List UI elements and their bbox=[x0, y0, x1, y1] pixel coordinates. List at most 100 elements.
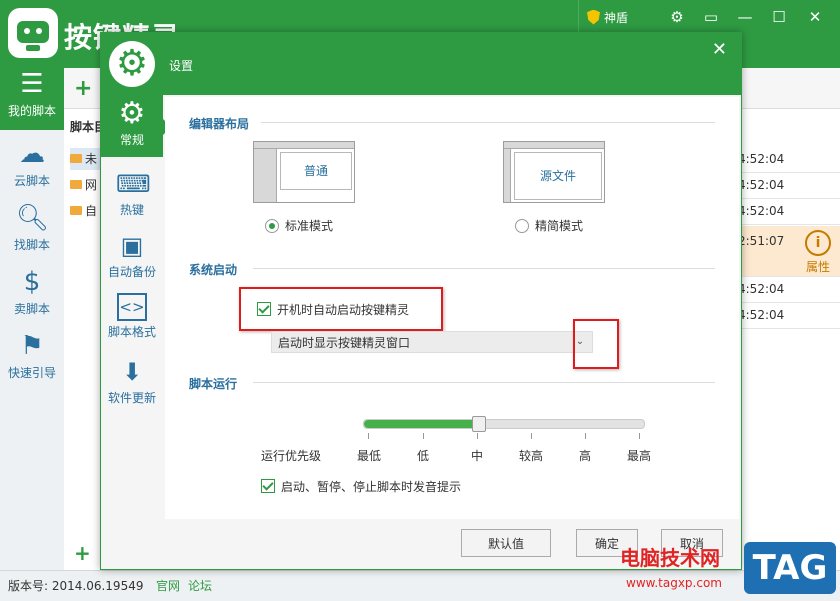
version-text: 版本号: 2014.06.19549 bbox=[8, 579, 144, 593]
save-icon: ▣ bbox=[120, 232, 144, 260]
tab-auto-backup[interactable]: ▣ 自动备份 bbox=[101, 231, 163, 280]
watermark: 电脑技术网 www.tagxp.com TAG bbox=[612, 536, 840, 600]
tab-label: 热键 bbox=[119, 203, 144, 217]
watermark-url: www.tagxp.com bbox=[626, 576, 722, 590]
folder-icon bbox=[70, 206, 82, 215]
priority-tick bbox=[585, 433, 586, 439]
list-icon: ☰ bbox=[20, 69, 44, 99]
official-site-link[interactable]: 官网 bbox=[156, 577, 180, 594]
table-row[interactable]: 4:52:04 bbox=[738, 146, 840, 173]
list-item-label: 未 bbox=[85, 152, 98, 166]
priority-level-label: 中 bbox=[471, 449, 484, 463]
startup-window-select[interactable]: 启动时显示按键精灵窗口 ⌄ bbox=[271, 331, 593, 353]
folder-icon bbox=[70, 154, 82, 163]
nav-label: 我的脚本 bbox=[7, 104, 56, 118]
priority-tick bbox=[639, 433, 640, 439]
layout-preview-label: 源文件 bbox=[514, 152, 602, 200]
download-icon: ⬇ bbox=[121, 358, 143, 386]
settings-panel: 编辑器布局 普通 源文件 标准模式 精简模式 系统启动 开机时自动启动按键精灵 … bbox=[165, 97, 739, 519]
maximize-icon[interactable]: ☐ bbox=[768, 6, 790, 28]
section-title-editor-layout: 编辑器布局 bbox=[189, 117, 250, 131]
shield-icon bbox=[587, 9, 600, 25]
info-icon: i bbox=[805, 230, 831, 256]
tab-label: 常规 bbox=[119, 133, 144, 147]
tab-script-format[interactable]: <> 脚本格式 bbox=[101, 293, 163, 340]
add-folder-icon[interactable]: + bbox=[74, 541, 91, 565]
table-row[interactable]: 4:52:04 bbox=[738, 302, 840, 329]
list-item[interactable]: 自 bbox=[70, 200, 100, 222]
dialog-sidebar: ⚙ 常规 ⌨ 热键 ▣ 自动备份 <> 脚本格式 ⬇ 软件更新 bbox=[101, 95, 171, 569]
watermark-tag-logo: TAG bbox=[744, 542, 836, 594]
list-item-label: 网 bbox=[85, 178, 98, 192]
minimize-icon[interactable]: — bbox=[734, 6, 756, 28]
sound-prompt-label: 启动、暂停、停止脚本时发音提示 bbox=[281, 480, 462, 494]
priority-slider-fill bbox=[364, 420, 479, 428]
priority-tick bbox=[368, 433, 369, 439]
priority-level-label: 高 bbox=[579, 449, 592, 463]
divider bbox=[253, 382, 715, 383]
settings-gear-icon: ⚙ bbox=[109, 41, 155, 87]
nav-item-find[interactable]: 🔍︎ 找脚本 bbox=[0, 202, 64, 253]
cloud-icon: ☁ bbox=[19, 139, 45, 169]
nav-item-cloud[interactable]: ☁ 云脚本 bbox=[0, 138, 64, 189]
gear-icon: ⚙ bbox=[118, 96, 146, 131]
tab-hotkeys[interactable]: ⌨ 热键 bbox=[101, 169, 163, 218]
nav-item-sell[interactable]: $ 卖脚本 bbox=[0, 266, 64, 317]
nav-item-my-scripts[interactable]: ☰ 我的脚本 bbox=[0, 68, 64, 130]
radio-standard-mode[interactable] bbox=[265, 219, 279, 233]
highlight-box-autostart bbox=[239, 287, 443, 331]
menu-icon[interactable]: ▭ bbox=[700, 6, 722, 28]
nav-item-guide[interactable]: ⚑ 快速引导 bbox=[0, 330, 64, 381]
highlight-box-dropdown bbox=[573, 319, 619, 369]
close-icon[interactable]: ✕ bbox=[804, 6, 826, 28]
section-title-startup: 系统启动 bbox=[189, 263, 238, 277]
dialog-title: 设置 bbox=[169, 59, 194, 73]
app-logo bbox=[8, 8, 58, 58]
code-icon: <> bbox=[117, 293, 147, 321]
search-icon: 🔍︎ bbox=[16, 203, 50, 233]
table-row[interactable]: 4:52:04 bbox=[738, 198, 840, 225]
script-time-column: 4:52:04 4:52:04 4:52:04 2:51:07 4:52:04 … bbox=[738, 116, 840, 346]
nav-label: 卖脚本 bbox=[13, 302, 50, 316]
priority-slider-thumb[interactable] bbox=[472, 416, 487, 432]
folder-icon bbox=[70, 180, 82, 189]
table-row[interactable]: 4:52:04 bbox=[738, 276, 840, 303]
shield-label: 神盾 bbox=[604, 10, 629, 25]
table-row[interactable]: 4:52:04 bbox=[738, 172, 840, 199]
layout-preview-source[interactable]: 源文件 bbox=[503, 141, 605, 203]
left-nav: ☰ 我的脚本 ☁ 云脚本 🔍︎ 找脚本 $ 卖脚本 ⚑ 快速引导 bbox=[0, 68, 64, 570]
gear-icon[interactable]: ⚙ bbox=[666, 6, 688, 28]
priority-level-label: 较高 bbox=[519, 449, 544, 463]
section-title-script-run: 脚本运行 bbox=[189, 377, 238, 391]
add-script-icon[interactable]: + bbox=[74, 76, 92, 101]
priority-slider[interactable] bbox=[363, 416, 645, 432]
tab-software-update[interactable]: ⬇ 软件更新 bbox=[101, 357, 163, 406]
nav-label: 云脚本 bbox=[13, 174, 50, 188]
divider bbox=[261, 122, 715, 123]
layout-preview-normal[interactable]: 普通 bbox=[253, 141, 355, 203]
select-value: 启动时显示按键精灵窗口 bbox=[278, 336, 411, 350]
dollar-icon: $ bbox=[23, 267, 41, 297]
sound-prompt-checkbox[interactable] bbox=[261, 479, 275, 493]
nav-label: 快速引导 bbox=[7, 366, 56, 380]
forum-link[interactable]: 论坛 bbox=[188, 577, 212, 594]
default-button[interactable]: 默认值 bbox=[461, 529, 551, 557]
tab-general[interactable]: ⚙ 常规 bbox=[101, 95, 163, 157]
shield-button[interactable]: 神盾 bbox=[578, 0, 640, 34]
tab-label: 软件更新 bbox=[107, 391, 156, 405]
priority-tick bbox=[531, 433, 532, 439]
dialog-close-icon[interactable]: ✕ bbox=[712, 39, 727, 60]
list-item-label: 自 bbox=[85, 204, 98, 218]
property-button[interactable]: i 属性 bbox=[796, 226, 840, 278]
radio-simple-mode[interactable] bbox=[515, 219, 529, 233]
dialog-header: ⚙ 设置 ✕ bbox=[101, 33, 741, 95]
priority-level-label: 最低 bbox=[357, 449, 382, 463]
divider bbox=[253, 268, 715, 269]
watermark-text: 电脑技术网 bbox=[620, 546, 720, 570]
list-item[interactable]: 未 bbox=[70, 148, 100, 170]
priority-tick bbox=[423, 433, 424, 439]
list-item[interactable]: 网 bbox=[70, 174, 100, 196]
tab-label: 自动备份 bbox=[107, 265, 156, 279]
signpost-icon: ⚑ bbox=[20, 331, 44, 361]
priority-level-label: 最高 bbox=[627, 449, 652, 463]
